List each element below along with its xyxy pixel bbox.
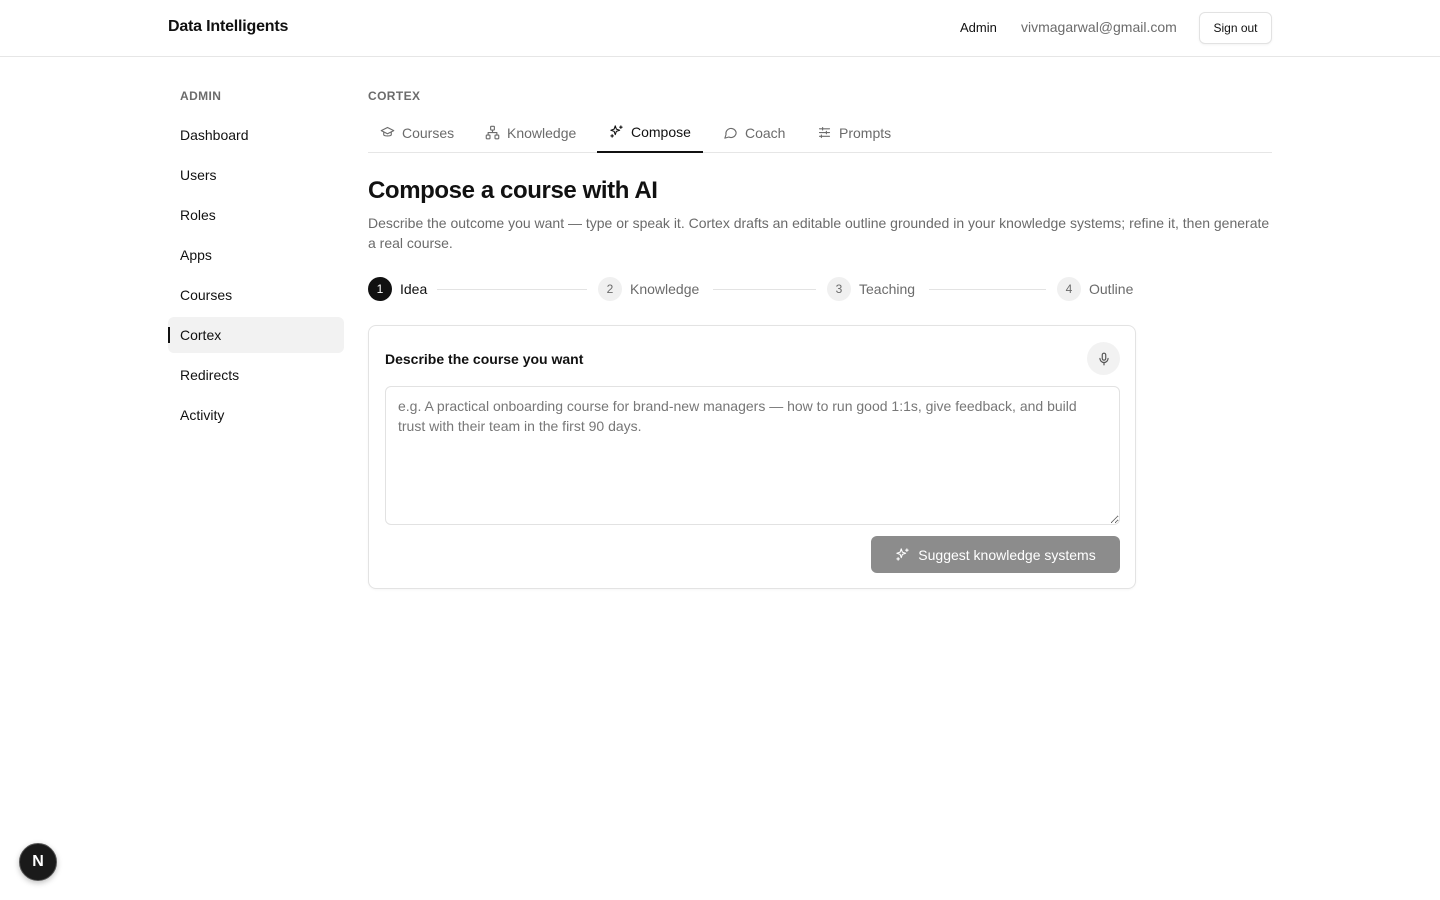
- chat-bubble-icon: [724, 127, 737, 139]
- section-label: CORTEX: [368, 89, 421, 103]
- sparkles-icon: [896, 548, 909, 561]
- sidebar-item-users[interactable]: Users: [168, 157, 344, 193]
- compose-card: Describe the course you want Suggest kno…: [368, 325, 1136, 589]
- microphone-icon: [1098, 352, 1109, 365]
- badge-letter: N: [32, 853, 44, 870]
- page-title: Compose a course with AI: [368, 177, 658, 204]
- nextjs-dev-badge[interactable]: N: [19, 843, 57, 881]
- page-description: Describe the outcome you want — type or …: [368, 215, 1270, 251]
- step-label-knowledge[interactable]: Knowledge: [630, 281, 699, 297]
- step-label-idea[interactable]: Idea: [400, 281, 427, 297]
- step-connector: [929, 289, 1046, 290]
- user-email: vivmagarwal@gmail.com: [1021, 19, 1177, 35]
- tab-coach[interactable]: Coach: [711, 112, 797, 153]
- step-connector: [437, 289, 587, 290]
- step-number-1: 1: [368, 277, 392, 301]
- tab-knowledge[interactable]: Knowledge: [473, 112, 588, 153]
- suggest-label: Suggest knowledge systems: [918, 546, 1096, 563]
- step-number-4: 4: [1057, 277, 1081, 301]
- sidebar-item-courses[interactable]: Courses: [168, 277, 344, 313]
- voice-input-button[interactable]: [1087, 342, 1120, 375]
- sidebar-item-activity[interactable]: Activity: [168, 397, 344, 433]
- sidebar-item-dashboard[interactable]: Dashboard: [168, 117, 344, 153]
- tab-label: Compose: [631, 123, 691, 140]
- step-label-teaching[interactable]: Teaching: [859, 281, 915, 297]
- step-label-outline[interactable]: Outline: [1089, 281, 1133, 297]
- card-title: Describe the course you want: [385, 351, 584, 367]
- sliders-icon: [818, 126, 831, 139]
- sparkles-icon: [610, 125, 623, 138]
- tab-label: Courses: [402, 124, 455, 141]
- course-description-input[interactable]: [385, 386, 1120, 525]
- tab-label: Knowledge: [507, 124, 577, 141]
- sidebar-item-apps[interactable]: Apps: [168, 237, 344, 273]
- sidebar-item-roles[interactable]: Roles: [168, 197, 344, 233]
- step-number-3: 3: [827, 277, 851, 301]
- admin-link[interactable]: Admin: [960, 20, 997, 35]
- sidebar-heading: ADMIN: [180, 89, 222, 103]
- network-icon: [485, 125, 500, 140]
- sign-out-button[interactable]: Sign out: [1199, 12, 1272, 44]
- tab-compose[interactable]: Compose: [597, 112, 703, 153]
- brand-name[interactable]: Data Intelligents: [168, 18, 288, 36]
- sidebar-item-redirects[interactable]: Redirects: [168, 357, 344, 393]
- sidebar-item-cortex[interactable]: Cortex: [168, 317, 344, 353]
- step-number-2: 2: [598, 277, 622, 301]
- tab-courses[interactable]: Courses: [368, 112, 466, 153]
- tab-label: Prompts: [839, 124, 892, 141]
- graduation-cap-icon: [380, 126, 395, 137]
- step-connector: [713, 289, 816, 290]
- tab-bar: Courses Knowledge Compose Coach Prompts: [368, 112, 1272, 153]
- tab-prompts[interactable]: Prompts: [805, 112, 903, 153]
- top-bar: Data Intelligents Admin vivmagarwal@gmai…: [0, 0, 1440, 57]
- suggest-knowledge-systems-button[interactable]: Suggest knowledge systems: [871, 536, 1120, 573]
- tab-label: Coach: [745, 124, 786, 141]
